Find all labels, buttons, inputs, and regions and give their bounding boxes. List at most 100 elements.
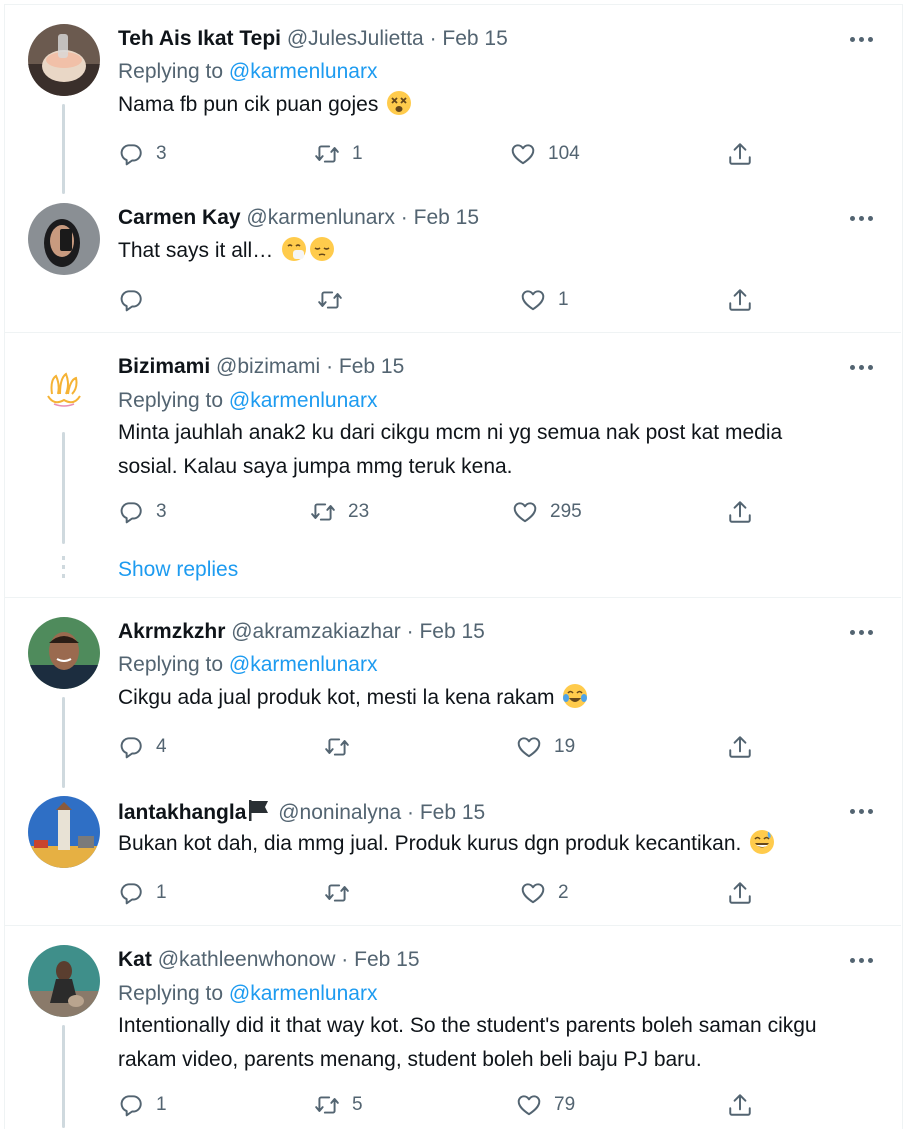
separator-dot: · xyxy=(406,620,414,643)
retweet-button[interactable] xyxy=(324,878,362,908)
share-icon xyxy=(727,734,753,760)
tweet-date[interactable]: Feb 15 xyxy=(354,948,419,971)
mention-link[interactable]: @karmenlunarx xyxy=(229,389,378,412)
replying-to-label: Replying to xyxy=(118,389,224,412)
retweet-icon xyxy=(324,734,350,760)
thread-line xyxy=(62,104,65,194)
black-flag-icon xyxy=(249,800,269,821)
user-handle[interactable]: @bizimami xyxy=(216,355,320,378)
display-name[interactable]: Bizimami xyxy=(118,355,210,378)
more-options-icon[interactable] xyxy=(846,619,876,645)
tweet-date[interactable]: Feb 15 xyxy=(420,801,485,824)
replying-to: Replying to @karmenlunarx xyxy=(118,59,377,85)
more-options-icon[interactable] xyxy=(846,205,876,231)
avatar[interactable] xyxy=(28,24,100,96)
tweet-header: Akrmzkzhr @akramzakiazhar · Feb 15 xyxy=(118,619,485,645)
share-button[interactable] xyxy=(727,139,753,169)
share-button[interactable] xyxy=(727,878,753,908)
avatar[interactable] xyxy=(28,352,100,424)
like-button[interactable]: 104 xyxy=(510,139,580,169)
retweet-button[interactable]: 5 xyxy=(314,1090,363,1120)
sneezing-face-emoji-icon xyxy=(282,237,307,261)
like-count: 104 xyxy=(548,143,580,164)
retweet-icon xyxy=(317,287,343,313)
like-button[interactable]: 79 xyxy=(516,1090,575,1120)
like-count: 295 xyxy=(550,501,582,522)
more-options-icon[interactable] xyxy=(846,947,876,973)
heart-icon xyxy=(516,1092,542,1118)
reply-icon xyxy=(118,1092,144,1118)
display-name[interactable]: lantakhangla xyxy=(118,801,246,824)
replying-to-label: Replying to xyxy=(118,60,224,83)
tweet-text-content: That says it all… xyxy=(118,239,274,262)
tweet-date[interactable]: Feb 15 xyxy=(442,27,507,50)
avatar[interactable] xyxy=(28,796,100,868)
tweet-date[interactable]: Feb 15 xyxy=(339,355,404,378)
show-replies-link[interactable]: Show replies xyxy=(118,557,238,583)
avatar[interactable] xyxy=(28,203,100,275)
retweet-button[interactable]: 1 xyxy=(314,139,363,169)
user-handle[interactable]: @kathleenwhonow xyxy=(158,948,336,971)
separator-dot: · xyxy=(341,948,349,971)
mention-link[interactable]: @karmenlunarx xyxy=(229,653,378,676)
display-name[interactable]: Akrmzkzhr xyxy=(118,620,225,643)
tweet-header: Bizimami @bizimami · Feb 15 xyxy=(118,354,404,380)
share-button[interactable] xyxy=(727,732,753,762)
tweet-header: Carmen Kay @karmenlunarx · Feb 15 xyxy=(118,205,479,231)
share-button[interactable] xyxy=(727,285,753,315)
like-button[interactable]: 19 xyxy=(516,732,575,762)
divider xyxy=(4,925,901,926)
share-icon xyxy=(727,141,753,167)
user-handle[interactable]: @JulesJulietta xyxy=(287,27,424,50)
reply-icon xyxy=(118,287,144,313)
heart-icon xyxy=(510,141,536,167)
user-handle[interactable]: @noninalyna xyxy=(278,801,401,824)
heart-icon xyxy=(520,287,546,313)
more-options-icon[interactable] xyxy=(846,26,876,52)
share-button[interactable] xyxy=(727,497,753,527)
display-name[interactable]: Carmen Kay xyxy=(118,206,241,229)
replying-to: Replying to @karmenlunarx xyxy=(118,388,377,414)
retweet-button[interactable] xyxy=(324,732,362,762)
user-handle[interactable]: @akramzakiazhar xyxy=(231,620,401,643)
more-options-icon[interactable] xyxy=(846,354,876,380)
tweet-date[interactable]: Feb 15 xyxy=(419,620,484,643)
reply-button[interactable]: 3 xyxy=(118,497,167,527)
retweet-button[interactable]: 23 xyxy=(310,497,369,527)
like-button[interactable]: 2 xyxy=(520,878,569,908)
thread-gap-dots xyxy=(62,556,65,582)
tweet-header: Kat @kathleenwhonow · Feb 15 xyxy=(118,947,420,973)
avatar[interactable] xyxy=(28,945,100,1017)
more-options-icon[interactable] xyxy=(846,798,876,824)
reply-button[interactable]: 3 xyxy=(118,139,167,169)
reply-button[interactable]: 1 xyxy=(118,1090,167,1120)
user-handle[interactable]: @karmenlunarx xyxy=(246,206,395,229)
mention-link[interactable]: @karmenlunarx xyxy=(229,60,378,83)
separator-dot: · xyxy=(326,355,334,378)
replying-to-label: Replying to xyxy=(118,653,224,676)
share-icon xyxy=(727,499,753,525)
display-name[interactable]: Kat xyxy=(118,948,152,971)
grinning-sweat-emoji-icon xyxy=(750,830,775,854)
tweet-text: That says it all… xyxy=(118,234,848,268)
tweet-date[interactable]: Feb 15 xyxy=(414,206,479,229)
tweet-text: Minta jauhlah anak2 ku dari cikgu mcm ni… xyxy=(118,421,783,478)
heart-icon xyxy=(512,499,538,525)
separator-dot: · xyxy=(400,206,408,229)
like-button[interactable]: 1 xyxy=(520,285,569,315)
tweet-text: Bukan kot dah, dia mmg jual. Produk kuru… xyxy=(118,827,848,861)
divider xyxy=(4,332,901,333)
separator-dot: · xyxy=(406,801,414,824)
replying-to-label: Replying to xyxy=(118,982,224,1005)
display-name[interactable]: Teh Ais Ikat Tepi xyxy=(118,27,281,50)
like-count: 19 xyxy=(554,736,576,757)
avatar[interactable] xyxy=(28,617,100,689)
reply-button[interactable] xyxy=(118,285,156,315)
mention-link[interactable]: @karmenlunarx xyxy=(229,982,378,1005)
reply-button[interactable]: 1 xyxy=(118,878,167,908)
reply-button[interactable]: 4 xyxy=(118,732,167,762)
separator-dot: · xyxy=(429,27,437,50)
retweet-button[interactable] xyxy=(317,285,355,315)
like-button[interactable]: 295 xyxy=(512,497,582,527)
share-button[interactable] xyxy=(727,1090,753,1120)
